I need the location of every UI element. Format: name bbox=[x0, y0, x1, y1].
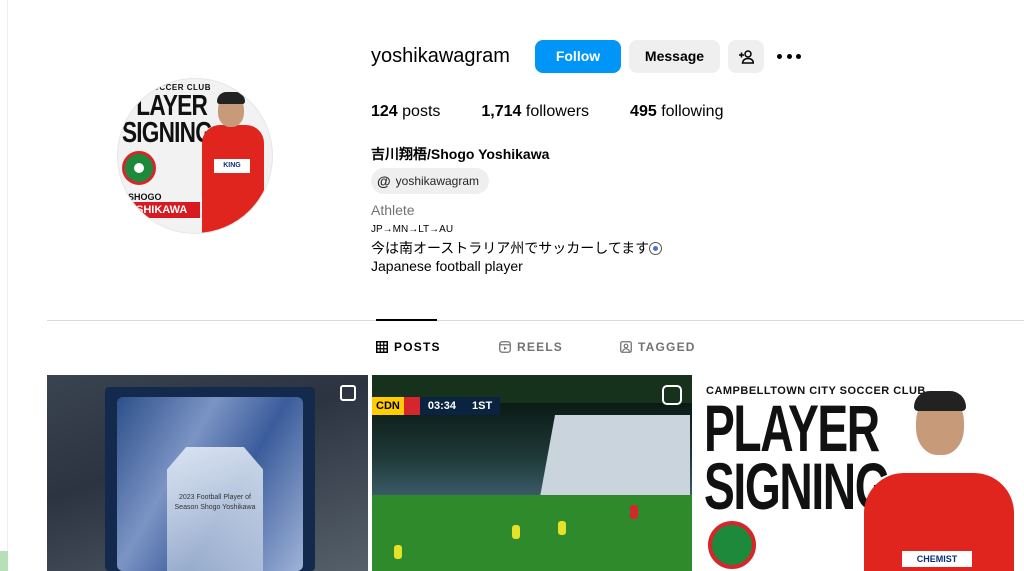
followers-label: followers bbox=[525, 103, 590, 120]
post-tile-player-signing[interactable]: CAMPBELLTOWN CITY SOCCER CLUB PLAYER SIG… bbox=[696, 375, 1024, 571]
shirt-sponsor: CHEMIST bbox=[902, 551, 972, 567]
tagged-icon bbox=[620, 341, 632, 353]
bio-line-2-wrap: 今は南オーストラリア州でサッカーしてます bbox=[371, 238, 663, 258]
follow-button[interactable]: Follow bbox=[535, 40, 621, 73]
bio-line-2: 今は南オーストラリア州でサッカーしてます bbox=[371, 240, 650, 256]
club-badge-icon bbox=[708, 521, 756, 569]
posts-stat[interactable]: 124 posts bbox=[371, 103, 440, 121]
threads-link[interactable]: @ yoshikawagram bbox=[371, 168, 490, 194]
posts-count: 124 bbox=[371, 103, 398, 120]
grid-icon bbox=[376, 341, 388, 353]
soccer-ball-icon bbox=[649, 242, 663, 255]
suggest-users-button[interactable] bbox=[728, 40, 764, 73]
tabs-divider bbox=[47, 320, 1024, 321]
shirt-sponsor: KING bbox=[214, 159, 250, 173]
stadium-stand bbox=[540, 415, 690, 497]
player-hair bbox=[914, 391, 966, 411]
tab-reels-label: REELS bbox=[517, 340, 564, 354]
profile-username: yoshikawagram bbox=[371, 45, 510, 67]
following-count: 495 bbox=[630, 103, 657, 120]
player-figure bbox=[630, 505, 638, 519]
profile-avatar[interactable]: CITY SOCCER CLUB PLAYER SIGNING SHOGO SH… bbox=[117, 78, 273, 234]
following-stat[interactable]: 495 following bbox=[630, 103, 723, 121]
tab-posts[interactable]: POSTS bbox=[376, 340, 441, 354]
avatar-title-text: PLAYER SIGNING bbox=[122, 90, 213, 149]
player-hair bbox=[217, 92, 245, 104]
more-options-icon[interactable] bbox=[777, 46, 801, 66]
tab-reels[interactable]: REELS bbox=[499, 340, 563, 354]
reel-icon bbox=[662, 385, 682, 405]
club-badge-icon bbox=[122, 151, 156, 185]
player-figure bbox=[558, 521, 566, 535]
profile-category: Athlete bbox=[371, 202, 415, 218]
posts-label: posts bbox=[402, 103, 441, 120]
reels-icon bbox=[499, 341, 511, 353]
scoreboard: CDN 03:34 1ST bbox=[372, 397, 501, 415]
bio-line-1: JP→MN→LT→AU bbox=[371, 224, 454, 235]
player-figure bbox=[512, 525, 520, 539]
rail-indicator bbox=[0, 551, 8, 571]
tab-tagged-label: TAGGED bbox=[638, 340, 696, 354]
tab-tagged[interactable]: TAGGED bbox=[620, 340, 696, 354]
player-figure bbox=[394, 545, 402, 559]
player-shirt bbox=[202, 125, 264, 233]
team-badge-icon bbox=[403, 397, 420, 415]
scoreboard-team: CDN bbox=[372, 397, 404, 415]
profile-stats: 124 posts 1,714 followers 495 following bbox=[371, 103, 764, 121]
followers-stat[interactable]: 1,714 followers bbox=[481, 103, 589, 121]
avatar-name-line2: SHIKAWA bbox=[126, 202, 200, 218]
message-button[interactable]: Message bbox=[629, 40, 720, 73]
scoreboard-time: 03:34 bbox=[419, 397, 464, 415]
avatar-name-line1: SHOGO bbox=[128, 192, 162, 202]
post-tile-match-reel[interactable]: CDN 03:34 1ST bbox=[372, 375, 692, 571]
tab-posts-label: POSTS bbox=[394, 340, 441, 354]
bio-line-3: Japanese football player bbox=[371, 258, 523, 274]
followers-count: 1,714 bbox=[481, 103, 522, 120]
threads-handle: yoshikawagram bbox=[395, 174, 480, 188]
post-tile-trophy[interactable]: 2023 Football Player of Season Shogo Yos… bbox=[47, 375, 368, 571]
scoreboard-half: 1ST bbox=[463, 397, 501, 415]
profile-full-name: 吉川翔梧/Shogo Yoshikawa bbox=[371, 146, 550, 162]
left-rail bbox=[0, 0, 8, 571]
active-tab-indicator bbox=[376, 319, 437, 321]
following-label: following bbox=[661, 103, 724, 120]
threads-icon: @ bbox=[377, 173, 391, 189]
carousel-icon bbox=[340, 385, 356, 401]
avatar-player-photo: KING bbox=[198, 89, 268, 233]
trophy-engraving: 2023 Football Player of Season Shogo Yos… bbox=[174, 494, 256, 511]
add-person-icon bbox=[739, 50, 755, 64]
signing-title-text: PLAYER SIGNING bbox=[704, 391, 891, 523]
football-pitch bbox=[372, 495, 692, 571]
